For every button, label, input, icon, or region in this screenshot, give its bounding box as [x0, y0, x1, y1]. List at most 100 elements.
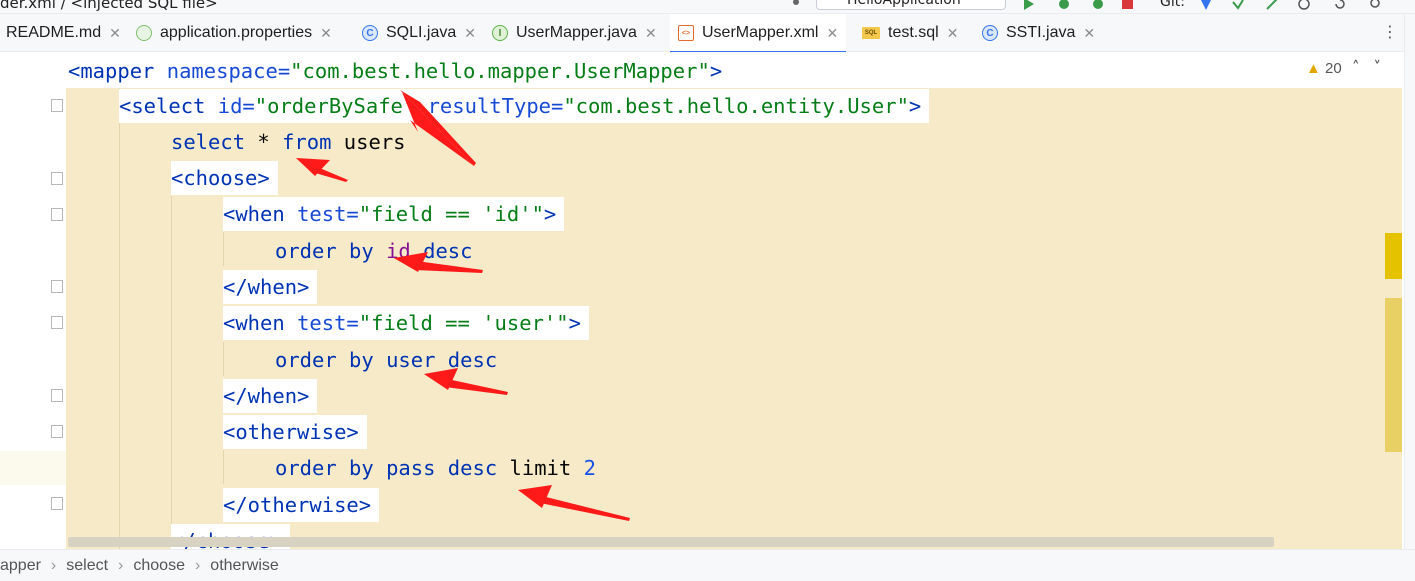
- token-string: "field == 'id'": [358, 202, 544, 226]
- fold-marker[interactable]: [51, 497, 63, 510]
- debug-icon[interactable]: [1058, 0, 1070, 9]
- file-breadcrumb: der.xml / <injected SQL file>: [0, 0, 218, 12]
- code-line: <choose>: [171, 161, 278, 195]
- breadcrumb-item[interactable]: apper: [0, 557, 41, 575]
- tab-label: SQLI.java: [386, 24, 457, 41]
- xml-icon: <>: [678, 25, 694, 41]
- tab-application-properties[interactable]: application.properties ✕: [136, 14, 332, 52]
- code-line: </when>: [223, 379, 318, 413]
- token-attr: id=: [217, 94, 255, 118]
- code-line: <otherwise>: [223, 415, 367, 449]
- close-icon[interactable]: ✕: [464, 25, 476, 42]
- close-icon[interactable]: ✕: [320, 25, 332, 42]
- token-tag: >: [908, 94, 922, 118]
- tab-readme[interactable]: README.md ✕: [6, 14, 121, 52]
- code-line: <when test="field == 'id'">: [223, 197, 565, 231]
- close-icon[interactable]: ✕: [645, 25, 657, 42]
- token-string: "com.best.hello.entity.User": [563, 94, 909, 118]
- fold-marker[interactable]: [51, 425, 63, 438]
- breadcrumb-item[interactable]: otherwise: [210, 557, 278, 575]
- token-keyword: order by: [275, 348, 387, 372]
- git-commit-icon[interactable]: [1232, 0, 1244, 10]
- fold-marker[interactable]: [51, 172, 63, 185]
- class-icon: C: [982, 25, 998, 41]
- inspection-widget[interactable]: ▲ 20: [1306, 60, 1342, 77]
- close-icon[interactable]: ✕: [1083, 25, 1095, 42]
- fold-marker[interactable]: [51, 389, 63, 402]
- git-label: Git:: [1160, 0, 1185, 10]
- tab-label: test.sql: [888, 24, 939, 41]
- close-icon[interactable]: ✕: [109, 25, 121, 42]
- ai-assistant-tool-window[interactable]: [1406, 194, 1415, 284]
- indent-guide: [119, 88, 120, 549]
- indent-guide: [171, 196, 172, 549]
- search-icon[interactable]: [1370, 0, 1382, 8]
- chevron-down-icon[interactable]: ˅: [1374, 58, 1396, 76]
- code-line: select * from users: [171, 125, 414, 159]
- warning-icon: ▲: [1306, 60, 1321, 77]
- tab-sqli-java[interactable]: C SQLI.java ✕: [362, 14, 476, 52]
- current-line-highlight: [0, 451, 66, 485]
- scroll-marker[interactable]: [1385, 233, 1402, 279]
- back-arrow-icon[interactable]: [796, 0, 808, 7]
- token-tag: >: [543, 202, 557, 226]
- token-number: 2: [583, 456, 596, 480]
- token-tag: <otherwise>: [223, 420, 359, 444]
- indent-guide: [223, 232, 224, 266]
- coverage-icon[interactable]: [1092, 0, 1104, 9]
- token-identifier: users: [331, 130, 406, 154]
- breadcrumb-item[interactable]: select: [66, 557, 108, 575]
- token-plain: limit: [509, 456, 584, 480]
- run-icon[interactable]: [1022, 0, 1034, 10]
- token-string: "orderBySafe": [254, 94, 416, 118]
- close-icon[interactable]: ✕: [826, 25, 838, 42]
- top-toolbar: der.xml / <injected SQL file> HelloAppli…: [0, 0, 1415, 14]
- token-attr: resultType=: [415, 94, 564, 118]
- chevron-right-icon: ›: [194, 556, 201, 574]
- more-tabs-icon[interactable]: ⋮: [1382, 22, 1398, 41]
- token-keyword: desc: [435, 456, 510, 480]
- fold-marker[interactable]: [51, 280, 63, 293]
- chevron-up-icon[interactable]: ˄: [1352, 58, 1374, 76]
- git-update-icon[interactable]: [1200, 0, 1212, 10]
- inspection-nav[interactable]: ˄˅: [1352, 58, 1395, 76]
- chevron-right-icon: ›: [50, 556, 57, 574]
- token-attr: test=: [297, 202, 359, 226]
- close-icon[interactable]: ✕: [947, 25, 959, 42]
- token-string: "field == 'user'": [358, 311, 569, 335]
- structure-breadcrumb: apper › select › choose › otherwise: [0, 549, 1415, 581]
- sql-icon: SQL: [862, 27, 880, 39]
- tab-label: UserMapper.xml: [702, 24, 819, 41]
- tab-test-sql[interactable]: SQL test.sql ✕: [862, 14, 958, 52]
- stop-icon[interactable]: [1122, 0, 1134, 9]
- tab-ssti-java[interactable]: C SSTI.java ✕: [982, 14, 1095, 52]
- token-plain: *: [245, 130, 283, 154]
- breadcrumb-item[interactable]: choose: [133, 557, 185, 575]
- token-tag: <select: [119, 94, 218, 118]
- token-string: "com.best.hello.mapper.UserMapper": [290, 59, 710, 83]
- token-attr: test=: [297, 311, 359, 335]
- fold-marker[interactable]: [51, 208, 63, 221]
- token-keyword: order by: [275, 239, 387, 263]
- maven-tool-window[interactable]: [1406, 54, 1415, 94]
- warning-count: 20: [1325, 60, 1342, 77]
- tab-usermapper-java[interactable]: I UserMapper.java ✕: [492, 14, 657, 52]
- interface-icon: I: [492, 25, 508, 41]
- scroll-marker[interactable]: [1385, 298, 1402, 452]
- horizontal-scrollbar[interactable]: [68, 537, 1274, 547]
- history-icon[interactable]: [1298, 0, 1310, 10]
- token-keyword: desc: [435, 348, 498, 372]
- rollback-icon[interactable]: [1334, 0, 1346, 9]
- token-tag: </when>: [223, 275, 310, 299]
- token-keyword: select: [171, 130, 246, 154]
- fold-marker[interactable]: [51, 99, 63, 112]
- token-tag: </when>: [223, 384, 310, 408]
- fold-marker[interactable]: [51, 316, 63, 329]
- tab-label: application.properties: [160, 24, 313, 41]
- tab-usermapper-xml[interactable]: <> UserMapper.xml ✕: [670, 14, 847, 53]
- tab-label: UserMapper.java: [516, 24, 637, 41]
- token-keyword: order by: [275, 456, 387, 480]
- run-configuration-select[interactable]: HelloApplication: [816, 0, 1006, 10]
- code-editor[interactable]: <mapper namespace="com.best.hello.mapper…: [0, 52, 1404, 549]
- git-push-icon[interactable]: [1266, 0, 1278, 10]
